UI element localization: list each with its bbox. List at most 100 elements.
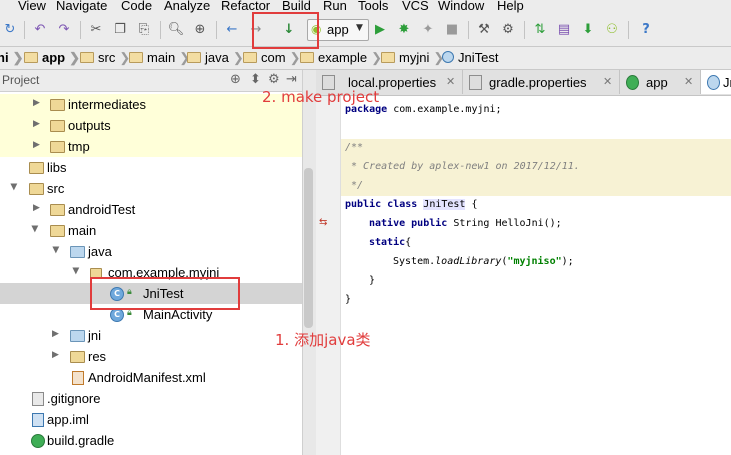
collapse-arrow-icon[interactable]: ▶ [70, 268, 80, 275]
target-icon[interactable]: ⊕ [230, 72, 241, 87]
run-icon[interactable]: ▶ [370, 20, 390, 40]
editor-gutter[interactable] [316, 96, 341, 455]
code-line: * Created by aplex-new1 on 2017/12/11. [341, 158, 731, 177]
tree-item-libs[interactable]: libs [0, 157, 302, 178]
breadcrumb-item-com[interactable]: com ❯ [243, 50, 300, 66]
breadcrumb-item-myjni[interactable]: myjni ❯ [381, 50, 444, 66]
tree-item-src[interactable]: ▶ src [0, 178, 302, 199]
tab-gradle-properties[interactable]: gradle.properties ✕ [463, 70, 620, 94]
class-icon [707, 75, 720, 90]
sync-gradle-icon[interactable]: ⇅ [530, 20, 550, 40]
main-toolbar: ↻ ↶ ↷ ✂ ❐ ⎘ 🔍︎ ⊕ ← → ↓ ◉ app ▼ ▶ ✸ ✦ ■ ⚒… [0, 13, 731, 47]
run-configuration-label: app [327, 22, 349, 37]
attach-debugger-icon[interactable]: ✦ [418, 20, 438, 40]
menu-item-code[interactable]: Code [121, 0, 152, 13]
paste-icon[interactable]: ⎘ [134, 20, 154, 40]
menu-item-vcs[interactable]: VCS [402, 0, 429, 13]
code-editor[interactable]: package com.example.myjni; /** * Created… [341, 96, 731, 455]
tree-item-java[interactable]: ▶ java [0, 241, 302, 262]
cut-icon[interactable]: ✂ [86, 20, 106, 40]
project-panel-header: Project ⊕ ⬍ ⚙ ⇥ [0, 70, 302, 92]
module-file-icon [32, 413, 44, 427]
folder-icon [80, 52, 94, 63]
toolbar-separator [524, 21, 525, 39]
collapse-arrow-icon[interactable]: ▶ [29, 226, 39, 233]
collapse-arrow-icon[interactable]: ▶ [8, 184, 18, 191]
tree-item-outputs[interactable]: ▶ outputs [0, 115, 302, 136]
menu-item-view[interactable]: View [18, 0, 46, 13]
breadcrumb-item-example[interactable]: example ❯ [300, 50, 382, 66]
settings-icon[interactable]: ⚙ [498, 20, 518, 40]
close-icon[interactable]: ✕ [684, 75, 693, 88]
folder-icon [29, 162, 44, 174]
undo-icon[interactable]: ↶ [30, 20, 50, 40]
scrollbar-thumb[interactable] [304, 168, 313, 328]
menu-item-navigate[interactable]: Navigate [56, 0, 107, 13]
sdk-manager-icon[interactable]: ⬇ [578, 20, 598, 40]
debug-icon[interactable]: ✸ [394, 20, 414, 40]
hide-panel-icon[interactable]: ⇥ [286, 72, 297, 87]
folder-icon [50, 99, 65, 111]
code-line: package com.example.myjni; [345, 104, 502, 115]
tree-item-tmp[interactable]: ▶ tmp [0, 136, 302, 157]
redo-icon[interactable]: ↷ [54, 20, 74, 40]
tree-item-gitignore[interactable]: .gitignore [0, 388, 302, 409]
stop-icon[interactable]: ■ [442, 20, 462, 40]
gear-icon[interactable]: ⚙ [268, 72, 280, 87]
tree-item-build-gradle[interactable]: build.gradle [0, 430, 302, 451]
tree-item-main[interactable]: ▶ main [0, 220, 302, 241]
breadcrumb-item-java[interactable]: java ❯ [187, 50, 244, 66]
tree-item-res[interactable]: ▶ res [0, 346, 302, 367]
toolbar-separator [24, 21, 25, 39]
expand-arrow-icon[interactable]: ▶ [52, 329, 59, 339]
override-marker-icon[interactable]: ⇆ [319, 217, 327, 228]
avd-manager-icon[interactable]: ▤ [554, 20, 574, 40]
expand-arrow-icon[interactable]: ▶ [52, 350, 59, 360]
close-icon[interactable]: ✕ [603, 75, 612, 88]
expand-arrow-icon[interactable]: ▶ [33, 98, 40, 108]
code-line: public class JniTest { [345, 199, 478, 210]
collapse-all-icon[interactable]: ⬍ [250, 72, 261, 87]
tab-jnitest[interactable]: Jni [701, 70, 731, 94]
find-icon[interactable]: 🔍︎ [166, 20, 186, 40]
breadcrumb-item-project[interactable]: ni ❯ [0, 50, 23, 66]
breadcrumb-item-app[interactable]: app ❯ [24, 50, 80, 66]
folder-icon [187, 52, 201, 63]
menu-item-tools[interactable]: Tools [358, 0, 388, 13]
expand-arrow-icon[interactable]: ▶ [33, 119, 40, 129]
sync-icon[interactable]: ↻ [0, 20, 20, 40]
tree-item-intermediates[interactable]: ▶ intermediates [0, 94, 302, 115]
collapse-arrow-icon[interactable]: ▶ [50, 247, 60, 254]
toolbar-separator [628, 21, 629, 39]
tree-item-androidmanifest[interactable]: AndroidManifest.xml [0, 367, 302, 388]
menu-item-run[interactable]: Run [323, 0, 347, 13]
source-folder-icon [70, 330, 85, 342]
folder-icon [50, 120, 65, 132]
menu-item-window[interactable]: Window [438, 0, 484, 13]
back-icon[interactable]: ← [222, 20, 242, 40]
help-icon[interactable]: ? [636, 20, 656, 40]
android-monitor-icon[interactable]: ⚇ [602, 20, 622, 40]
tab-app[interactable]: app ✕ [620, 70, 701, 94]
menu-item-analyze[interactable]: Analyze [164, 0, 210, 13]
add-class-annotation: 1. 添加java类 [275, 331, 371, 349]
copy-icon[interactable]: ❐ [110, 20, 130, 40]
project-structure-icon[interactable]: ⚒ [474, 20, 494, 40]
project-panel-title[interactable]: Project [2, 73, 39, 87]
tree-item-app-iml[interactable]: app.iml [0, 409, 302, 430]
tree-item-jni[interactable]: ▶ jni [0, 325, 302, 346]
menu-item-help[interactable]: Help [497, 0, 524, 13]
class-icon: C [110, 308, 124, 322]
breadcrumb-item-main[interactable]: main ❯ [129, 50, 190, 66]
expand-arrow-icon[interactable]: ▶ [33, 140, 40, 150]
breadcrumb-item-jnitest[interactable]: JniTest [442, 50, 498, 66]
code-line: static{ [369, 237, 412, 248]
close-icon[interactable]: ✕ [446, 75, 455, 88]
expand-arrow-icon[interactable]: ▶ [33, 203, 40, 213]
package-icon [300, 52, 314, 63]
tree-item-androidtest[interactable]: ▶ androidTest [0, 199, 302, 220]
breadcrumb-item-src[interactable]: src ❯ [80, 50, 130, 66]
chevron-down-icon: ▼ [356, 23, 363, 33]
replace-icon[interactable]: ⊕ [190, 20, 210, 40]
folder-icon [129, 52, 143, 63]
